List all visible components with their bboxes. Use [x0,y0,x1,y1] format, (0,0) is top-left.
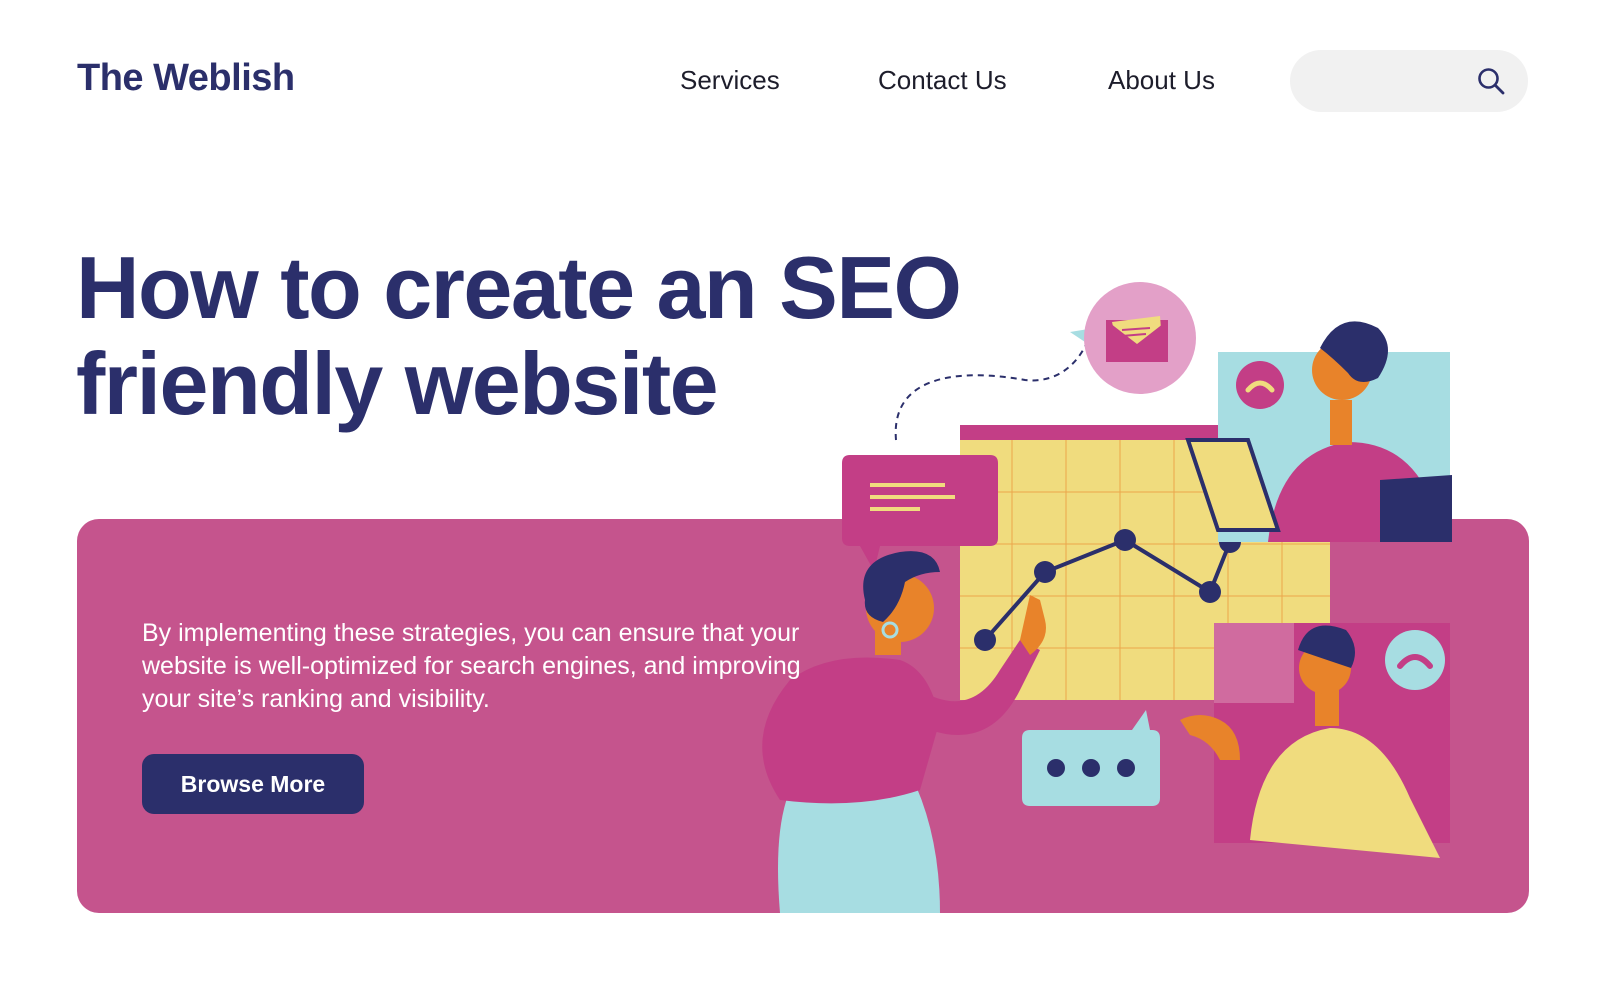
envelope-icon [1106,316,1168,362]
browse-more-button[interactable]: Browse More [142,754,364,814]
search-input[interactable] [1314,66,1464,96]
ellipsis-icon [1047,759,1135,777]
nav-item-about-us[interactable]: About Us [1108,62,1215,98]
search-bar [1290,50,1528,112]
hero-description: By implementing these strategies, you ca… [142,619,801,713]
nav-item-services[interactable]: Services [680,62,780,98]
seo-team-illustration [762,282,1452,913]
search-icon[interactable] [1476,66,1506,96]
nav-item-contact-us[interactable]: Contact Us [878,62,1007,98]
chat-bubble [1022,710,1160,806]
